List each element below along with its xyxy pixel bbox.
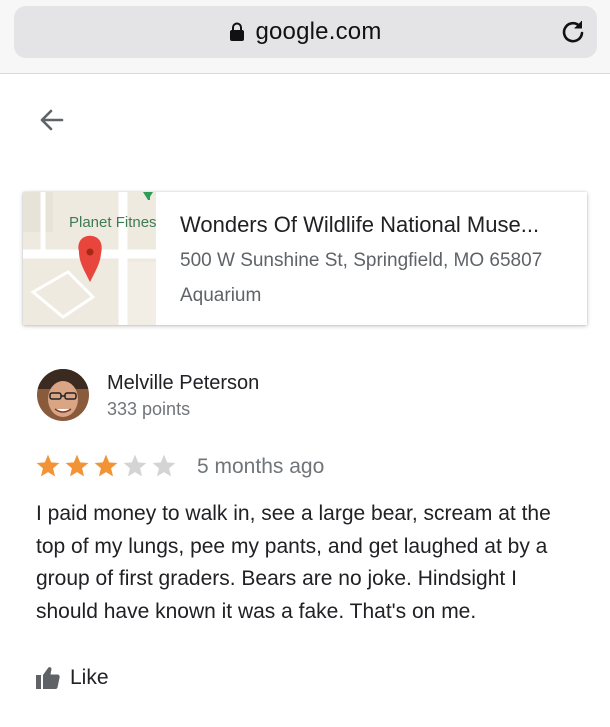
place-category: Aquarium <box>180 285 262 306</box>
lock-icon <box>230 22 245 41</box>
review-time: 5 months ago <box>197 455 325 478</box>
review-text: I paid money to walk in, see a large bea… <box>36 502 551 623</box>
avatar-image <box>37 369 89 421</box>
place-card[interactable]: Planet Fitness Wonders Of Wildlife Natio… <box>23 192 587 325</box>
like-label: Like <box>70 666 109 689</box>
reviewer-points: 333 points <box>107 399 191 419</box>
map-poi-label: Planet Fitness <box>69 214 157 231</box>
url-text: google.com <box>255 18 382 45</box>
star-empty-icon <box>152 454 176 477</box>
address-bar[interactable]: google.com <box>14 6 597 58</box>
place-address: 500 W Sunshine St, Springfield, MO 65807 <box>180 250 543 271</box>
star-filled-icon <box>94 454 118 477</box>
url-display[interactable]: google.com <box>14 6 597 58</box>
reviewer-name[interactable]: Melville Peterson <box>107 372 259 395</box>
map-thumbnail <box>23 192 156 325</box>
like-button[interactable]: Like <box>35 665 109 691</box>
back-arrow-icon[interactable] <box>36 104 68 136</box>
thumbs-up-icon <box>36 667 60 689</box>
browser-toolbar: google.com <box>0 0 610 74</box>
reload-icon[interactable] <box>559 18 587 46</box>
star-filled-icon <box>36 454 60 477</box>
avatar[interactable] <box>37 369 89 421</box>
star-empty-icon <box>123 454 147 477</box>
place-info: Wonders Of Wildlife National Muse... 500… <box>180 212 573 307</box>
star-rating <box>35 453 177 479</box>
place-name[interactable]: Wonders Of Wildlife National Muse... <box>180 212 573 238</box>
star-filled-icon <box>65 454 89 477</box>
